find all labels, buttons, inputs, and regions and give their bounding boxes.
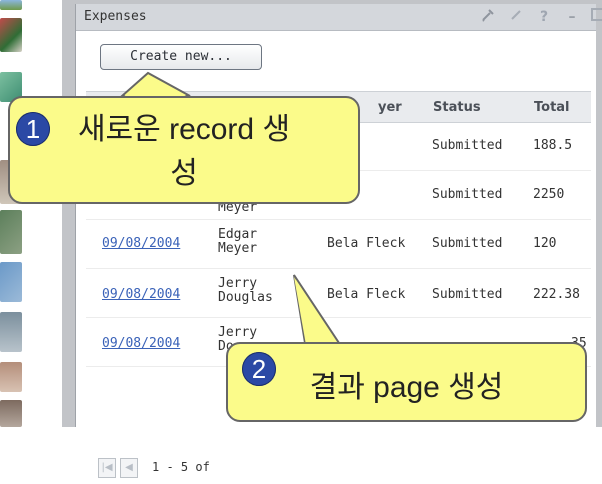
total-cell: 2250 bbox=[533, 187, 565, 202]
callout-result-page: 결과 page 생성 bbox=[226, 342, 587, 422]
callout-create-record: 새로운 record 생 성 bbox=[8, 96, 360, 204]
status-cell: Submitted bbox=[432, 138, 503, 153]
status-cell: Submitted bbox=[432, 287, 503, 302]
thumbnail-image bbox=[0, 312, 22, 352]
date-link[interactable]: 09/08/2004 bbox=[102, 236, 180, 251]
total-cell: 188.5 bbox=[533, 138, 573, 153]
total-cell: 222.38 bbox=[533, 287, 580, 302]
portlet-titlebar: Expenses ? – bbox=[76, 4, 602, 31]
status-cell: Submitted bbox=[432, 236, 503, 251]
total-cell: 120 bbox=[533, 236, 557, 251]
status-cell: Submitted bbox=[432, 187, 503, 202]
pager-text: 1 - 5 of bbox=[152, 460, 210, 474]
table-pager: |◀ ◀ 1 - 5 of bbox=[98, 458, 602, 484]
employee-last-name: Meyer bbox=[218, 241, 258, 256]
thumbnail-image bbox=[0, 18, 22, 52]
previous-page-icon[interactable]: ◀ bbox=[120, 458, 138, 478]
table-row: 09/08/2004 Jerry Douglas Bela Fleck Subm… bbox=[86, 269, 591, 318]
callout-two-text: 결과 page 생성 bbox=[309, 371, 504, 404]
payer-cell: Bela Fleck bbox=[327, 287, 406, 302]
help-icon[interactable]: ? bbox=[534, 7, 554, 27]
callout-one-text: 새로운 record 생 성 bbox=[10, 108, 358, 196]
payer-cell: Bela Fleck bbox=[327, 236, 406, 251]
step-number-badge: 2 bbox=[242, 352, 276, 386]
pencil-icon[interactable] bbox=[506, 7, 526, 27]
left-image-strip bbox=[0, 0, 22, 427]
thumbnail-image bbox=[0, 210, 22, 254]
first-page-icon[interactable]: |◀ bbox=[98, 458, 116, 478]
thumbnail-image bbox=[0, 0, 22, 10]
wrench-icon[interactable] bbox=[478, 7, 498, 27]
callout-one-line1: 새로운 record 생 bbox=[77, 113, 291, 146]
thumbnail-image bbox=[0, 262, 22, 302]
portlet-title: Expenses bbox=[84, 9, 147, 24]
maximize-icon[interactable] bbox=[588, 7, 602, 27]
employee-first-name: Edgar bbox=[218, 227, 258, 242]
callout-one-line2: 성 bbox=[170, 157, 198, 190]
create-new-button[interactable]: Create new... bbox=[100, 44, 262, 70]
thumbnail-image bbox=[0, 362, 22, 392]
status-column-header[interactable]: Status bbox=[433, 100, 481, 115]
date-link[interactable]: 09/08/2004 bbox=[102, 287, 180, 302]
date-link[interactable]: 09/08/2004 bbox=[102, 336, 180, 351]
minimize-icon[interactable]: – bbox=[562, 7, 582, 27]
employee-first-name: Jerry bbox=[218, 325, 258, 340]
total-column-header[interactable]: Total bbox=[534, 100, 570, 115]
thumbnail-image bbox=[0, 400, 22, 427]
employee-last-name: Douglas bbox=[218, 290, 273, 305]
table-row: 09/08/2004 Edgar Meyer Bela Fleck Submit… bbox=[86, 220, 591, 269]
step-number-badge: 1 bbox=[16, 112, 50, 146]
payer-column-header[interactable]: yer bbox=[378, 100, 402, 115]
employee-first-name: Jerry bbox=[218, 276, 258, 291]
